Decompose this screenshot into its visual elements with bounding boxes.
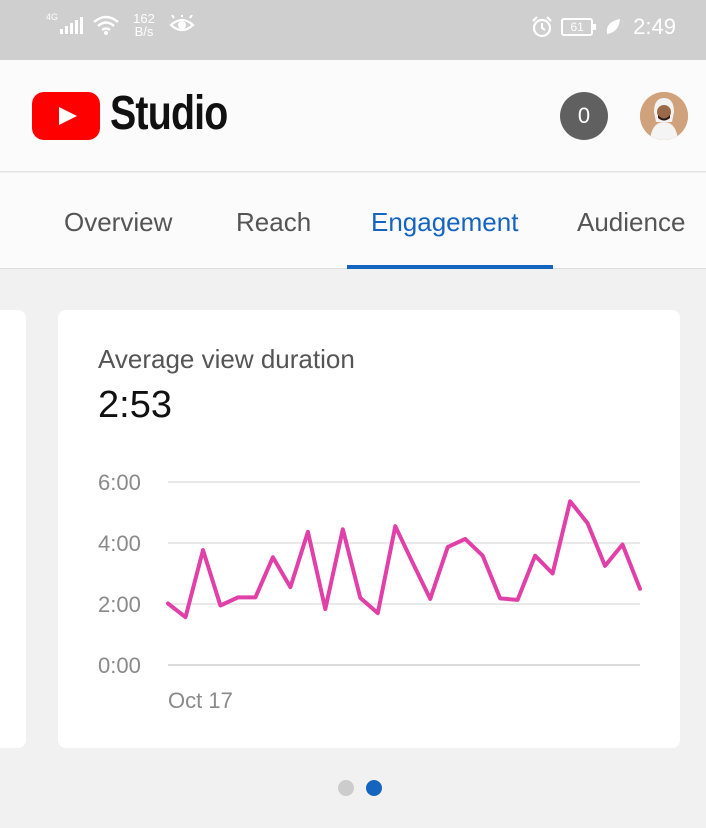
avatar-icon [640,92,688,140]
tab-engagement[interactable]: Engagement [371,207,518,238]
y-tick-label: 6:00 [98,470,141,495]
pager-dots [338,780,382,796]
youtube-logo-icon[interactable] [32,92,100,140]
app-header: Studio 0 [0,60,706,172]
active-tab-indicator [347,265,553,269]
alarm-icon [532,16,552,38]
y-tick-label: 2:00 [98,592,141,617]
previous-card[interactable] [0,310,26,748]
tab-audience[interactable]: Audience [577,207,685,238]
y-tick-label: 4:00 [98,531,141,556]
line-chart: 0:00 2:00 4:00 6:00 Oct 17 [98,470,642,713]
tab-reach[interactable]: Reach [236,207,311,238]
x-tick-label: Oct 17 [168,688,233,713]
battery-icon: 61 [561,18,597,36]
play-icon [59,107,77,125]
tab-overview[interactable]: Overview [64,207,172,238]
y-tick-label: 0:00 [98,653,141,678]
pager-dot-active[interactable] [366,780,382,796]
network-type-label: 4G [46,12,59,22]
battery-level: 61 [570,20,584,34]
notifications-button[interactable]: 0 [560,92,608,140]
series-line [166,499,642,620]
notification-count: 0 [577,103,591,128]
signal-icon [60,16,84,34]
tab-bar: Overview Reach Engagement Audience [0,173,706,269]
pager-dot[interactable] [338,780,354,796]
avatar[interactable] [640,92,688,140]
status-left: 4G 162 B/s [46,12,195,38]
eye-icon [169,15,195,32]
studio-wordmark: Studio [110,87,228,140]
wifi-icon [93,15,119,35]
speed-unit: B/s [134,24,154,39]
metric-card[interactable]: Average view duration 2:53 0:00 2:00 4:00 6… [58,310,680,748]
status-clock: 2:49 [633,14,676,39]
status-bar: 4G 162 B/s 61 2:49 [0,0,706,60]
leaf-icon [606,19,621,34]
status-right: 61 2:49 [531,14,676,40]
network-speed: 162 B/s [129,12,159,38]
